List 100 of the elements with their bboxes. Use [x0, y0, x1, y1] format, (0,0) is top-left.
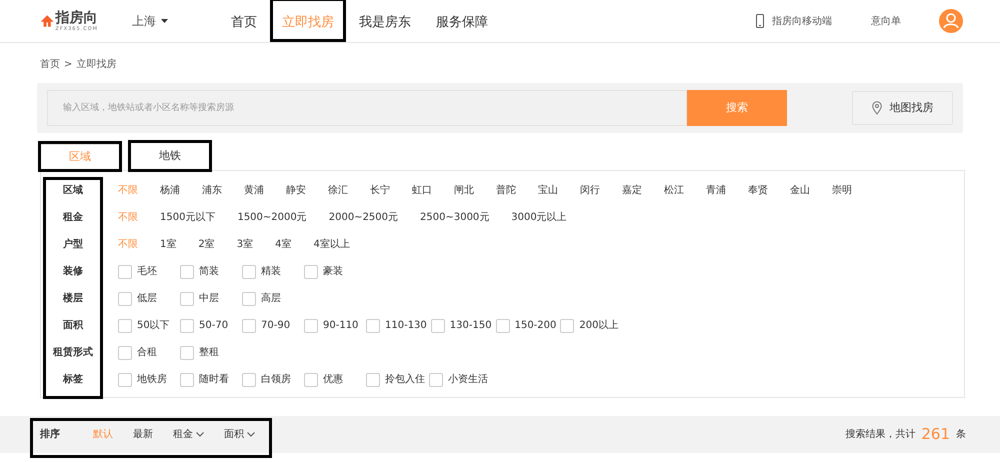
checkbox[interactable]	[180, 372, 194, 386]
checkbox-label[interactable]: 整租	[199, 345, 219, 360]
filter-label: 楼层	[62, 292, 84, 306]
filter-option[interactable]: 3000元以上	[511, 210, 567, 225]
sort-option[interactable]: 最新	[133, 427, 153, 442]
checkbox[interactable]	[242, 264, 256, 278]
checkbox[interactable]	[366, 318, 380, 332]
filter-option[interactable]: 长宁	[370, 183, 390, 198]
filter-option[interactable]: 1500~2000元	[237, 210, 307, 225]
filter-option[interactable]: 1500元以下	[160, 210, 216, 225]
checkbox-label[interactable]: 合租	[137, 345, 157, 360]
checkbox-label[interactable]: 高层	[261, 291, 281, 306]
checkbox-label[interactable]: 地铁房	[137, 372, 167, 387]
checkbox[interactable]	[118, 372, 132, 386]
checkbox[interactable]	[180, 292, 194, 306]
checkbox-label[interactable]: 简装	[199, 264, 219, 279]
filter-option[interactable]: 青浦	[706, 183, 726, 198]
filter-label: 户型	[62, 237, 84, 252]
checkbox[interactable]	[118, 264, 132, 278]
filter-option[interactable]: 2室	[198, 237, 215, 252]
filter-option[interactable]: 浦东	[202, 183, 222, 198]
checkbox-label[interactable]: 150-200	[514, 318, 556, 333]
nav-link[interactable]: 我是房东	[359, 15, 411, 30]
filter-label: 面积	[62, 319, 84, 333]
checkbox-label[interactable]: 优惠	[323, 372, 343, 387]
nav-link[interactable]: 服务保障	[436, 15, 488, 30]
result-count: 261	[921, 424, 950, 446]
user-avatar-icon[interactable]	[939, 9, 963, 33]
checkbox[interactable]	[304, 318, 318, 332]
checkbox-label[interactable]: 110-130	[385, 318, 427, 333]
filter-option[interactable]: 普陀	[496, 183, 516, 198]
checkbox-label[interactable]: 50以下	[137, 318, 170, 333]
filter-option[interactable]: 4室	[275, 237, 292, 252]
filter-option[interactable]: 虹口	[412, 183, 432, 198]
checkbox[interactable]	[429, 372, 443, 386]
logo-text: 指房向	[55, 10, 98, 26]
filter-option[interactable]: 4室以上	[314, 237, 350, 252]
checkbox[interactable]	[366, 372, 380, 386]
filter-option[interactable]: 黄浦	[244, 183, 264, 198]
filter-option[interactable]: 崇明	[832, 183, 852, 198]
search-field[interactable]: 输入区域，地铁站或者小区名称等搜索房源	[47, 90, 687, 126]
checkbox-label[interactable]: 90-110	[323, 318, 358, 333]
breadcrumb-link[interactable]: 首页	[40, 56, 60, 72]
checkbox-label[interactable]: 毛坯	[137, 264, 157, 279]
filter-option[interactable]: 嘉定	[622, 183, 642, 198]
checkbox-label[interactable]: 130-150	[450, 318, 492, 333]
checkbox[interactable]	[242, 318, 256, 332]
breadcrumb-link[interactable]: 立即找房	[76, 56, 116, 72]
mobile-app-link[interactable]: 指房向移动端	[772, 14, 832, 28]
checkbox-label[interactable]: 200以上	[579, 318, 618, 333]
wishlist-link[interactable]: 意向单	[871, 14, 901, 28]
filter-option[interactable]: 3室	[236, 237, 254, 252]
filter-label: 租赁形式	[52, 346, 94, 360]
filter-option[interactable]: 杨浦	[160, 183, 180, 198]
checkbox-label[interactable]: 70-90	[261, 318, 290, 333]
checkbox[interactable]	[304, 372, 318, 386]
filter-option[interactable]: 宝山	[538, 183, 558, 198]
checkbox[interactable]	[118, 292, 132, 306]
checkbox[interactable]	[180, 264, 194, 278]
filter-option[interactable]: 静安	[286, 183, 306, 198]
filter-option[interactable]: 徐汇	[328, 183, 348, 198]
filter-option[interactable]: 2000~2500元	[328, 210, 398, 225]
city-dropdown[interactable]: 上海	[132, 12, 168, 30]
checkbox[interactable]	[180, 346, 194, 360]
checkbox[interactable]	[304, 264, 318, 278]
checkbox-label[interactable]: 拎包入住	[385, 372, 425, 387]
checkbox[interactable]	[180, 318, 194, 332]
filter-option[interactable]: 2500~3000元	[420, 210, 490, 225]
filter-label: 标签	[62, 372, 84, 387]
filter-label: 区域	[62, 184, 84, 198]
checkbox[interactable]	[242, 372, 256, 386]
checkbox[interactable]	[242, 292, 256, 306]
map-search-button[interactable]: 地图找房	[852, 91, 953, 125]
checkbox[interactable]	[430, 318, 445, 332]
checkbox-label[interactable]: 50-70	[199, 318, 228, 333]
sort-option[interactable]: 租金	[173, 427, 204, 442]
result-unit: 条	[956, 428, 966, 442]
sort-option[interactable]: 面积	[224, 427, 255, 442]
phone-icon	[756, 14, 764, 28]
checkbox[interactable]	[118, 346, 132, 360]
checkbox-label[interactable]: 小资生活	[448, 372, 488, 387]
filter-option[interactable]: 奉贤	[748, 183, 768, 198]
checkbox[interactable]	[496, 318, 510, 332]
filter-option[interactable]: 闵行	[580, 183, 600, 198]
filter-label: 装修	[62, 264, 84, 279]
checkbox-label[interactable]: 精装	[261, 264, 281, 279]
checkbox-label[interactable]: 低层	[137, 291, 157, 306]
checkbox-label[interactable]: 随时看	[199, 372, 229, 387]
caret-icon	[161, 19, 168, 23]
checkbox-label[interactable]: 豪装	[323, 264, 343, 279]
checkbox-label[interactable]: 中层	[199, 291, 219, 306]
checkbox[interactable]	[118, 318, 132, 332]
nav-link[interactable]: 首页	[231, 15, 257, 30]
filter-option[interactable]: 闸北	[454, 183, 474, 198]
filter-option[interactable]: 松江	[664, 183, 684, 198]
checkbox[interactable]	[560, 318, 574, 332]
breadcrumb-separator: >	[64, 58, 72, 72]
checkbox-label[interactable]: 白领房	[261, 372, 291, 387]
filter-option[interactable]: 1室	[160, 237, 176, 252]
filter-option[interactable]: 金山	[790, 183, 810, 198]
